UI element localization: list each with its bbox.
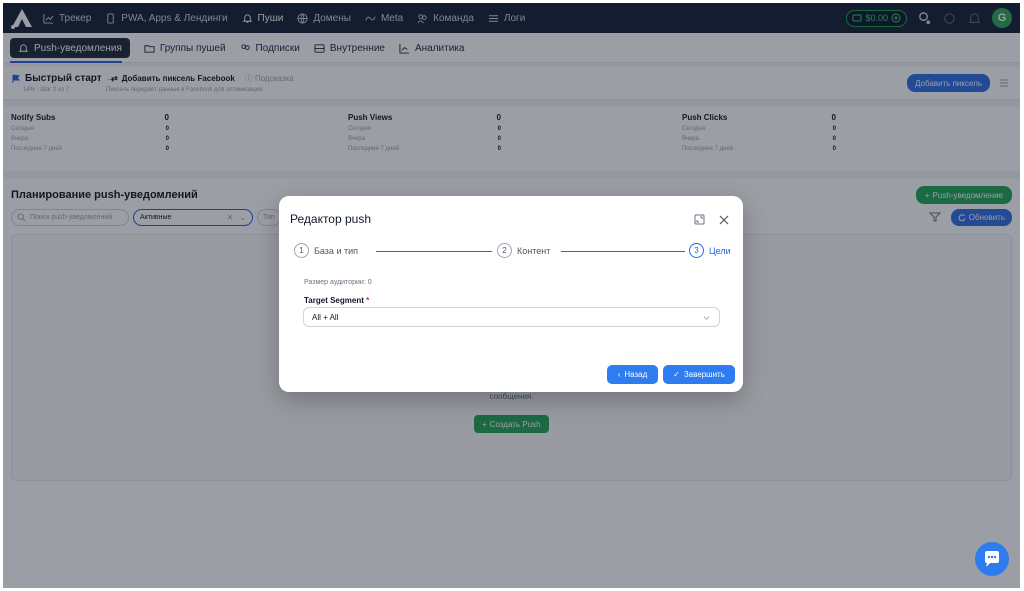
step-goals[interactable]: 3 Цели: [689, 243, 731, 258]
close-icon[interactable]: [719, 215, 729, 225]
modal-title: Редактор push: [290, 212, 372, 226]
target-segment-select[interactable]: All + All: [303, 307, 720, 327]
wizard-stepper: 1 База и тип 2 Контент 3 Цели: [294, 243, 731, 261]
step-connector: [561, 251, 685, 252]
step-connector: [376, 251, 492, 252]
chat-button[interactable]: [975, 542, 1009, 576]
target-segment-label: Target Segment *: [304, 296, 369, 305]
chevron-left-icon: ‹: [617, 370, 621, 379]
push-editor-modal: Редактор push 1 База и тип 2 Контент 3 Ц…: [279, 196, 743, 392]
chevron-down-icon: [703, 315, 710, 320]
target-segment-value: All + All: [312, 312, 339, 322]
step-content[interactable]: 2 Контент: [497, 243, 550, 258]
check-icon: ✓: [673, 370, 680, 379]
audience-size: Размер аудитории: 0: [304, 279, 372, 286]
finish-button[interactable]: ✓ Завершить: [663, 365, 735, 384]
chat-bubble-icon: [985, 551, 999, 567]
step-number: 3: [689, 243, 704, 258]
back-label: Назад: [624, 370, 648, 379]
app-window: Трекер PWA, Apps & Лендинги Пуши Домены …: [3, 3, 1020, 588]
finish-label: Завершить: [683, 370, 725, 379]
step-label: Контент: [517, 245, 551, 256]
back-button[interactable]: ‹ Назад: [607, 365, 658, 384]
step-number: 2: [497, 243, 512, 258]
required-mark: *: [366, 296, 370, 305]
step-number: 1: [294, 243, 309, 258]
step-label: Цели: [709, 245, 731, 256]
expand-icon[interactable]: [694, 214, 705, 225]
step-base-type[interactable]: 1 База и тип: [294, 243, 358, 258]
step-label: База и тип: [314, 245, 358, 256]
target-segment-label-text: Target Segment: [304, 296, 364, 305]
